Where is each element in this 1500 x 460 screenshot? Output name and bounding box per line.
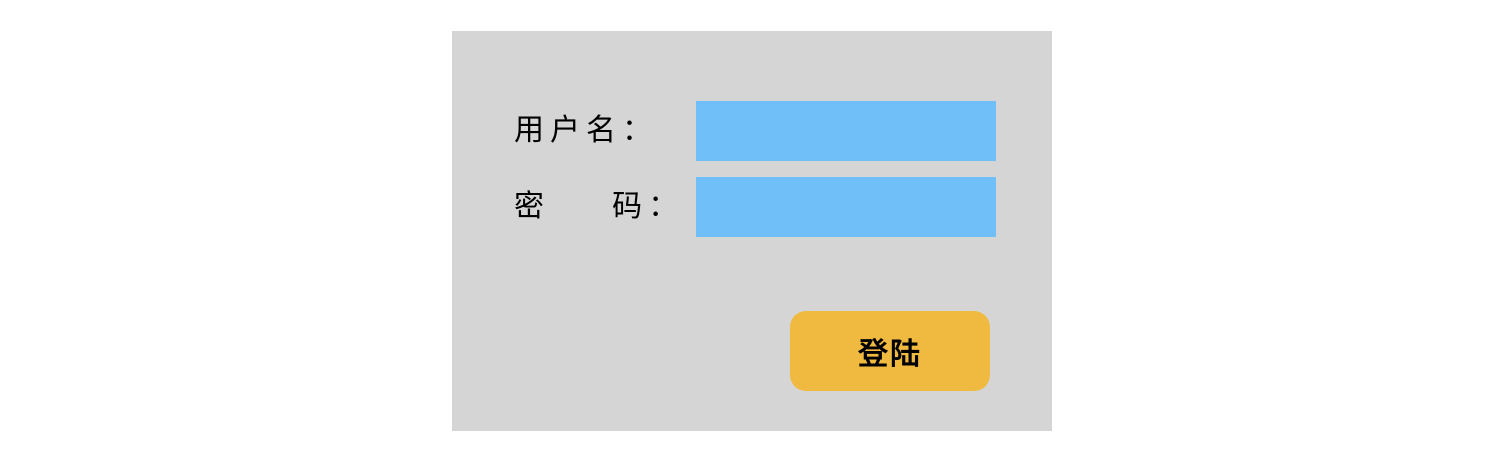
login-button[interactable]: 登陆 — [790, 311, 990, 391]
password-label: 密 码： — [514, 189, 685, 224]
login-panel: 用户名： 密 码： 登陆 — [452, 31, 1052, 431]
username-label: 用户名： — [514, 113, 658, 148]
username-input[interactable] — [696, 101, 996, 161]
password-input[interactable] — [696, 177, 996, 237]
